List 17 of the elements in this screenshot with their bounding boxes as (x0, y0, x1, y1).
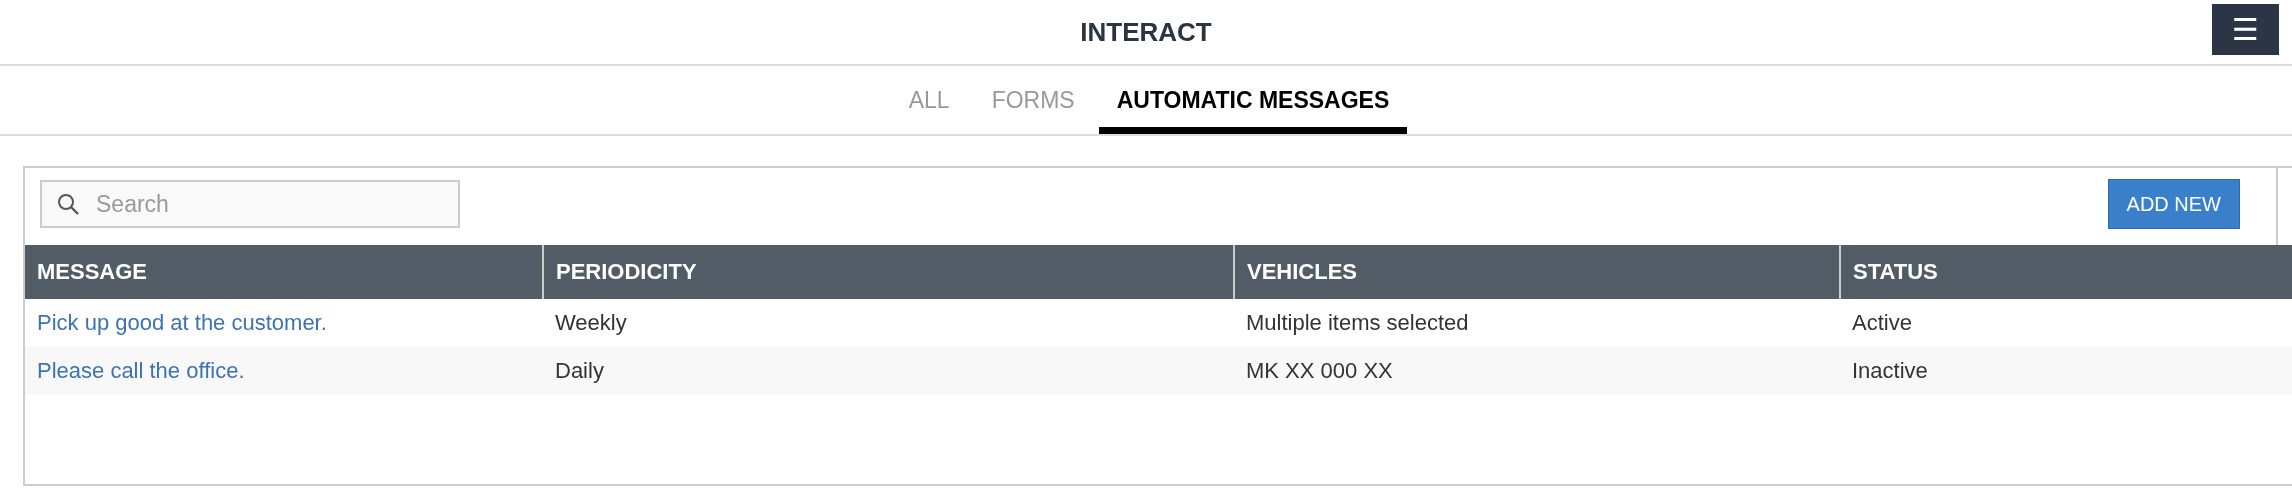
menu-button[interactable]: ☰ (2212, 4, 2279, 55)
table-cell: Weekly (555, 310, 627, 335)
table-cell: Multiple items selected (1246, 310, 1469, 335)
table-cell: Daily (555, 358, 604, 383)
message-link[interactable]: Pick up good at the customer. (37, 310, 327, 335)
column-header[interactable]: PERIODICITY (543, 245, 1234, 299)
column-header[interactable]: MESSAGE (25, 245, 543, 299)
search-field[interactable]: Search (40, 180, 460, 228)
table-cell: MK XX 000 XX (1246, 358, 1393, 383)
tab[interactable]: AUTOMATIC MESSAGES (1098, 73, 1408, 134)
column-header[interactable]: STATUS (1840, 245, 2292, 299)
table-cell: Inactive (1852, 358, 1928, 383)
search-icon (56, 192, 80, 216)
column-header[interactable]: VEHICLES (1234, 245, 1840, 299)
page-title: INTERACT (1080, 16, 1212, 48)
table-cell: Active (1852, 310, 1912, 335)
add-new-button[interactable]: ADD NEW (2107, 179, 2240, 229)
